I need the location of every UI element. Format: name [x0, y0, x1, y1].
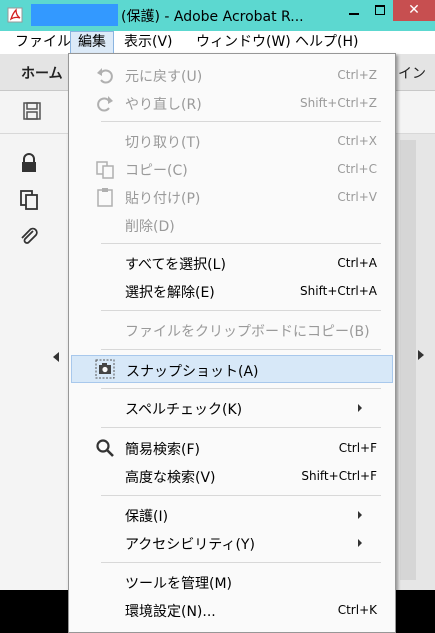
- submenu-arrow-icon: [358, 511, 362, 519]
- menu-separator: [101, 562, 381, 563]
- menu-separator: [101, 349, 381, 350]
- menu-item-find[interactable]: 簡易検索(F) Ctrl+F: [71, 434, 393, 462]
- navigation-pane: [0, 134, 66, 590]
- copy-icon: [96, 161, 114, 179]
- acrobat-app-icon[interactable]: [7, 7, 23, 23]
- close-button[interactable]: ✕: [393, 0, 435, 21]
- tab-home[interactable]: ホーム: [21, 63, 63, 83]
- menu-bar: ファイル 編集 表示(V) ウィンドウ(W) ヘルプ(H): [0, 31, 435, 54]
- menu-item-copy[interactable]: コピー(C) Ctrl+C: [71, 155, 393, 183]
- attachment-icon[interactable]: [18, 225, 40, 247]
- menu-item-copy-file-to-clipboard[interactable]: ファイルをクリップボードにコピー(B): [71, 316, 393, 344]
- redo-icon: [97, 96, 113, 112]
- pages-icon[interactable]: [18, 189, 40, 211]
- menu-separator: [101, 495, 381, 496]
- menu-edit[interactable]: 編集: [70, 31, 114, 54]
- menu-separator: [101, 243, 381, 244]
- menu-item-accessibility[interactable]: アクセシビリティ(Y): [71, 529, 393, 557]
- window-title: (保護) - Adobe Acrobat R...: [121, 9, 304, 25]
- collapse-pane-arrow[interactable]: [53, 352, 59, 362]
- redacted-filename: [31, 4, 118, 26]
- search-icon: [96, 439, 114, 457]
- minimize-button[interactable]: [341, 0, 367, 21]
- menu-item-undo[interactable]: 元に戻す(U) Ctrl+Z: [71, 61, 393, 89]
- menu-item-protection[interactable]: 保護(I): [71, 501, 393, 529]
- menu-item-manage-tools[interactable]: ツールを管理(M): [71, 568, 393, 596]
- camera-icon: [95, 359, 115, 379]
- menu-file[interactable]: ファイル: [15, 31, 71, 54]
- menu-separator: [101, 121, 381, 122]
- menu-item-preferences[interactable]: 環境設定(N)... Ctrl+K: [71, 596, 393, 624]
- menu-item-select-all[interactable]: すべてを選択(L) Ctrl+A: [71, 249, 393, 277]
- expand-tools-arrow[interactable]: [418, 350, 424, 360]
- menu-separator: [101, 427, 381, 428]
- menu-view[interactable]: 表示(V): [124, 31, 173, 54]
- lock-icon[interactable]: [18, 152, 40, 174]
- menu-separator: [101, 310, 381, 311]
- menu-item-redo[interactable]: やり直し(R) Shift+Ctrl+Z: [71, 89, 393, 117]
- tab-sign-in[interactable]: イン: [398, 63, 426, 83]
- menu-item-delete[interactable]: 削除(D): [71, 211, 393, 239]
- undo-icon: [97, 68, 113, 84]
- vertical-scrollbar[interactable]: [400, 140, 416, 580]
- menu-window[interactable]: ウィンドウ(W): [196, 31, 291, 54]
- submenu-arrow-icon: [358, 404, 362, 412]
- title-bar[interactable]: (保護) - Adobe Acrobat R... ✕: [0, 0, 435, 31]
- menu-separator: [101, 388, 381, 389]
- paste-icon: [97, 188, 113, 207]
- menu-item-cut[interactable]: 切り取り(T) Ctrl+X: [71, 127, 393, 155]
- edit-menu-dropdown: 元に戻す(U) Ctrl+Z やり直し(R) Shift+Ctrl+Z 切り取り…: [68, 53, 396, 633]
- menu-item-paste[interactable]: 貼り付け(P) Ctrl+V: [71, 183, 393, 211]
- save-icon[interactable]: [22, 101, 42, 121]
- menu-item-spell-check[interactable]: スペルチェック(K): [71, 394, 393, 422]
- menu-item-advanced-search[interactable]: 高度な検索(V) Shift+Ctrl+F: [71, 462, 393, 490]
- menu-item-snapshot[interactable]: スナップショット(A): [71, 355, 393, 383]
- submenu-arrow-icon: [358, 539, 362, 547]
- maximize-button[interactable]: [367, 0, 393, 21]
- menu-help[interactable]: ヘルプ(H): [295, 31, 358, 54]
- menu-item-deselect[interactable]: 選択を解除(E) Shift+Ctrl+A: [71, 277, 393, 305]
